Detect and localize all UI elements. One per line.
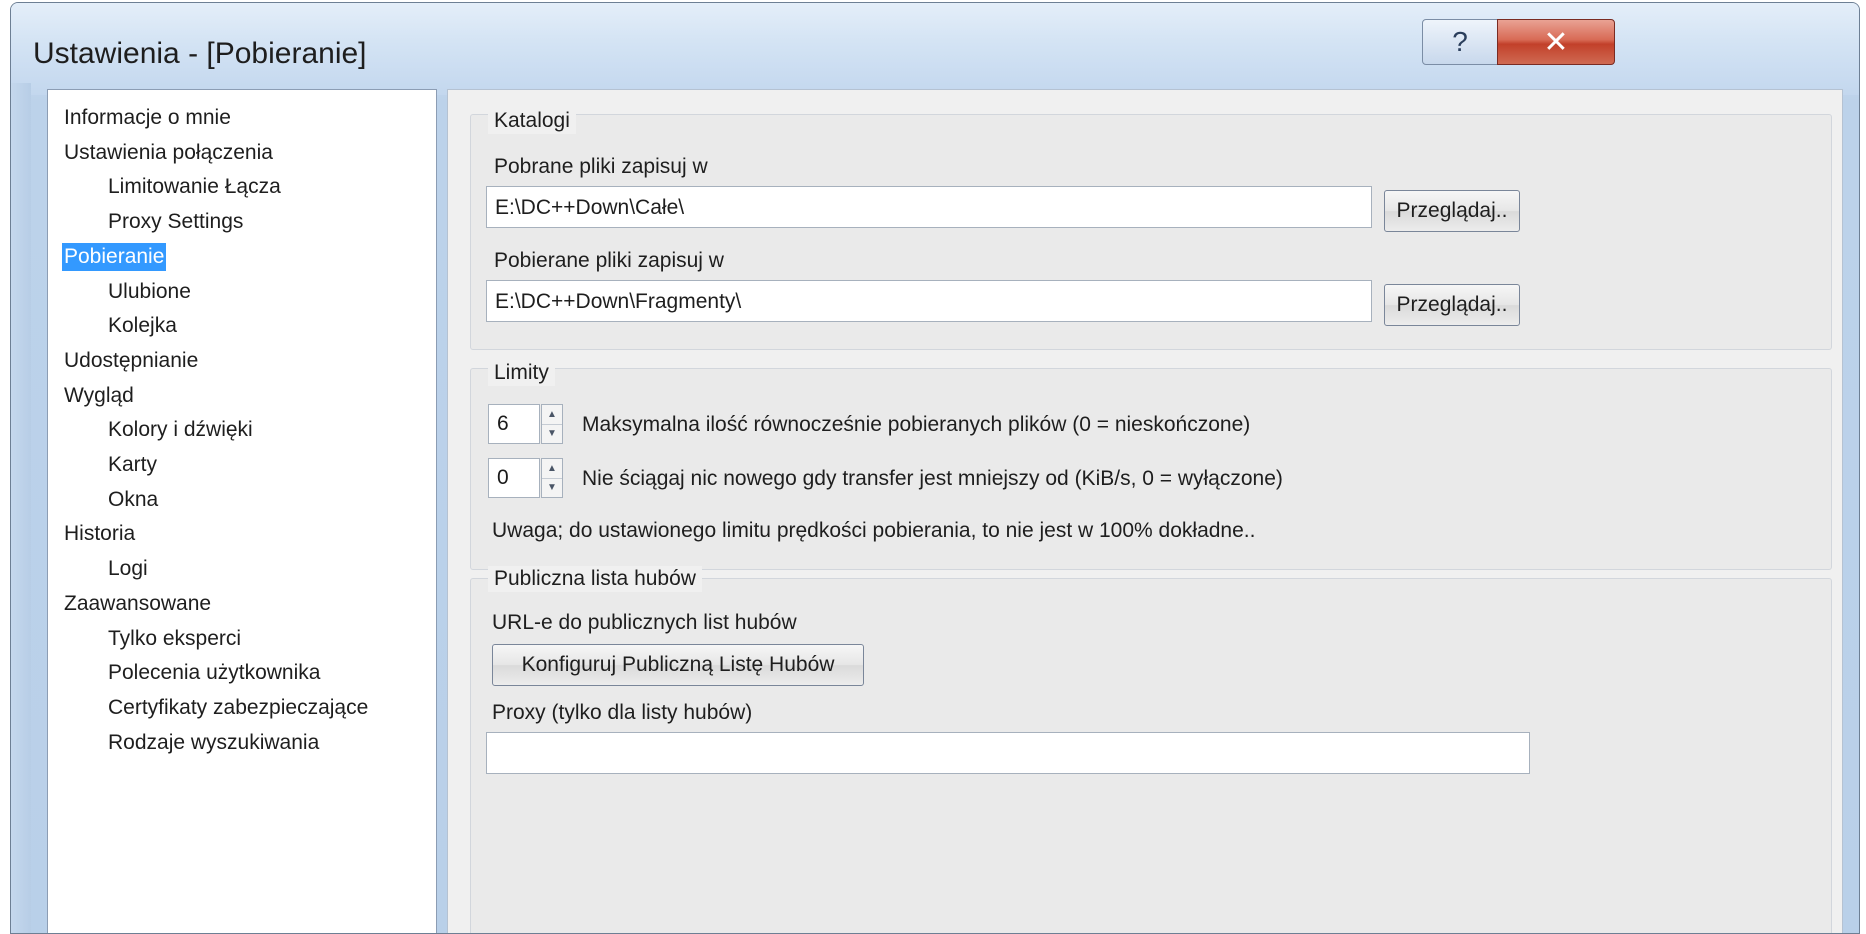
min-speed-spinner[interactable]: ▲ ▼ — [541, 458, 563, 498]
downloaded-browse-button[interactable]: Przeglądaj.. — [1384, 190, 1520, 232]
spin-down-icon[interactable]: ▼ — [542, 424, 562, 443]
limity-legend: Limity — [488, 360, 555, 386]
sidebar-item[interactable]: Okna — [106, 486, 160, 514]
min-speed-label: Nie ściągaj nic nowego gdy transfer jest… — [582, 467, 1283, 490]
max-files-label: Maksymalna ilość równocześnie pobieranyc… — [582, 413, 1251, 436]
katalogi-legend: Katalogi — [488, 108, 576, 134]
sidebar-item[interactable]: Zaawansowane — [62, 590, 213, 618]
sidebar-item[interactable]: Polecenia użytkownika — [106, 659, 322, 687]
downloaded-dir-label: Pobrane pliki zapisuj w — [494, 155, 708, 178]
help-button[interactable]: ? — [1422, 19, 1498, 65]
max-files-input[interactable]: 6 — [488, 404, 540, 444]
spin-up-icon[interactable]: ▲ — [542, 405, 562, 425]
settings-panel: Katalogi Pobrane pliki zapisuj w E:\DC++… — [447, 89, 1843, 933]
window-title: Ustawienia - [Pobieranie] — [33, 37, 367, 70]
downloaded-dir-input[interactable]: E:\DC++Down\Całe\ — [486, 186, 1372, 228]
sidebar-item[interactable]: Historia — [62, 520, 137, 548]
help-icon: ? — [1452, 26, 1468, 57]
speed-limit-note: Uwaga; do ustawionego limitu prędkości p… — [492, 519, 1256, 542]
sidebar-item[interactable]: Wygląd — [62, 382, 136, 410]
hublist-proxy-label: Proxy (tylko dla listy hubów) — [492, 701, 753, 724]
downloading-dir-input[interactable]: E:\DC++Down\Fragmenty\ — [486, 280, 1372, 322]
title-bar[interactable]: Ustawienia - [Pobieranie] ? ✕ — [11, 3, 1859, 95]
hublist-legend: Publiczna lista hubów — [488, 566, 702, 592]
settings-window: Ustawienia - [Pobieranie] ? ✕ Informacje… — [10, 2, 1860, 934]
spin-down-icon[interactable]: ▼ — [542, 478, 562, 497]
hublist-urls-label: URL-e do publicznych list hubów — [492, 611, 797, 634]
min-speed-input[interactable]: 0 — [488, 458, 540, 498]
sidebar-item[interactable]: Proxy Settings — [106, 208, 245, 236]
sidebar-item[interactable]: Ustawienia połączenia — [62, 139, 275, 167]
sidebar-item[interactable]: Tylko eksperci — [106, 625, 243, 653]
sidebar-item[interactable]: Ulubione — [106, 278, 193, 306]
configure-hublist-button[interactable]: Konfiguruj Publiczną Listę Hubów — [492, 644, 864, 686]
hublist-proxy-input[interactable] — [486, 732, 1530, 774]
sidebar-item[interactable]: Kolejka — [106, 312, 179, 340]
sidebar-item[interactable]: Logi — [106, 555, 150, 583]
spin-up-icon[interactable]: ▲ — [542, 459, 562, 479]
max-files-spinner[interactable]: ▲ ▼ — [541, 404, 563, 444]
sidebar-item[interactable]: Certyfikaty zabezpieczające — [106, 694, 370, 722]
close-button[interactable]: ✕ — [1497, 19, 1615, 65]
close-icon: ✕ — [1543, 25, 1569, 59]
sidebar-item[interactable]: Udostępnianie — [62, 347, 200, 375]
window-frame — [11, 83, 31, 933]
sidebar-item[interactable]: Limitowanie Łącza — [106, 173, 283, 201]
settings-tree[interactable]: Informacje o mnie Ustawienia połączenia Li… — [47, 89, 437, 933]
downloading-dir-label: Pobierane pliki zapisuj w — [494, 249, 724, 272]
sidebar-item[interactable]: Karty — [106, 451, 159, 479]
downloading-browse-button[interactable]: Przeglądaj.. — [1384, 284, 1520, 326]
sidebar-item[interactable]: Pobieranie — [62, 243, 167, 271]
sidebar-item[interactable]: Informacje o mnie — [62, 104, 233, 132]
sidebar-item[interactable]: Rodzaje wyszukiwania — [106, 729, 321, 757]
sidebar-item[interactable]: Kolory i dźwięki — [106, 416, 255, 444]
